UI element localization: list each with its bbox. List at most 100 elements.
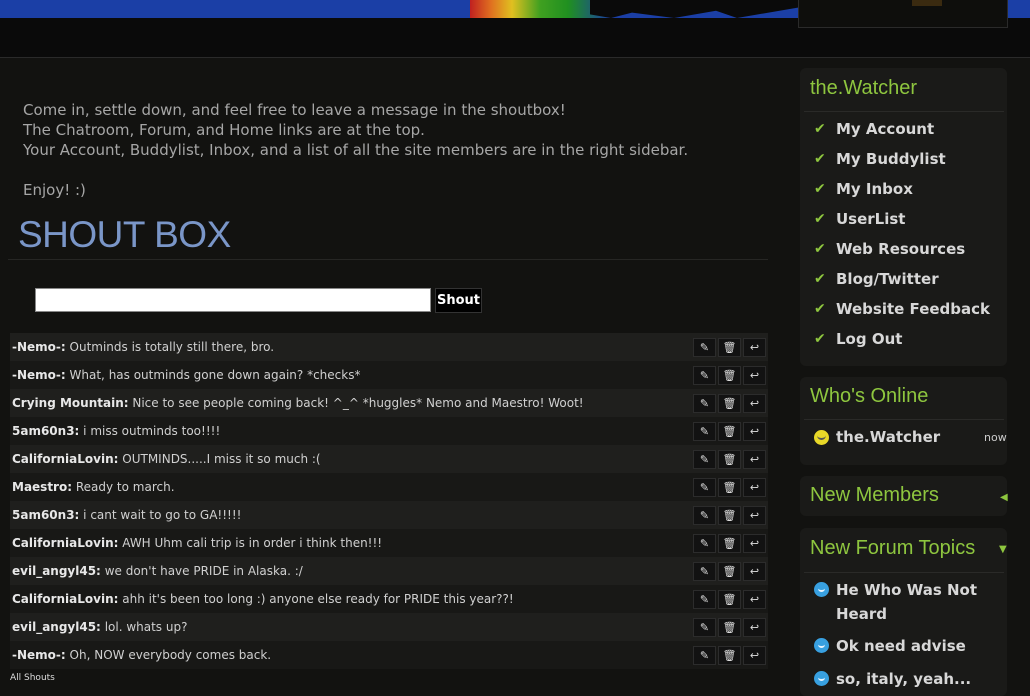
shout-row: -Nemo-: What, has outminds gone down aga…: [10, 361, 768, 389]
sidebar-item-label: My Buddylist: [836, 150, 946, 168]
shout-actions: ✎ 🗑 ↩: [693, 589, 768, 609]
caret-left-icon[interactable]: ◀: [1000, 492, 1008, 503]
edit-icon[interactable]: ✎: [693, 365, 716, 385]
caret-down-icon[interactable]: ▼: [999, 544, 1007, 555]
edit-icon[interactable]: ✎: [693, 337, 716, 357]
delete-icon[interactable]: 🗑: [718, 561, 741, 581]
sidebar-item-label: Web Resources: [836, 240, 966, 258]
sidebar-item-userlist[interactable]: ✔ UserList: [814, 210, 905, 228]
shout-username[interactable]: 5am60n3:: [12, 424, 79, 438]
shout-row: CaliforniaLovin: ahh it's been too long …: [10, 585, 768, 613]
sidebar-item-label: Website Feedback: [836, 300, 991, 318]
edit-icon[interactable]: ✎: [693, 393, 716, 413]
shout-message: lol. whats up?: [104, 620, 188, 634]
shout-row: evil_angyl45: we don't have PRIDE in Ala…: [10, 557, 768, 585]
shout-text: Crying Mountain: Nice to see people comi…: [12, 396, 584, 410]
delete-icon[interactable]: 🗑: [718, 337, 741, 357]
delete-icon[interactable]: 🗑: [718, 505, 741, 525]
reply-icon[interactable]: ↩: [743, 421, 766, 441]
edit-icon[interactable]: ✎: [693, 505, 716, 525]
online-user[interactable]: the.Watcher: [814, 428, 940, 446]
shout-row: -Nemo-: Outminds is totally still there,…: [10, 333, 768, 361]
shout-username[interactable]: Maestro:: [12, 480, 72, 494]
shout-username[interactable]: CaliforniaLovin:: [12, 536, 118, 550]
reply-icon[interactable]: ↩: [743, 589, 766, 609]
reply-icon[interactable]: ↩: [743, 533, 766, 553]
shout-input[interactable]: [35, 288, 431, 312]
sidebar-item-my-account[interactable]: ✔ My Account: [814, 120, 934, 138]
shout-username[interactable]: -Nemo-:: [12, 368, 66, 382]
edit-icon[interactable]: ✎: [693, 533, 716, 553]
shout-username[interactable]: 5am60n3:: [12, 508, 79, 522]
delete-icon[interactable]: 🗑: [718, 533, 741, 553]
edit-icon[interactable]: ✎: [693, 645, 716, 665]
shout-message: we don't have PRIDE in Alaska. :/: [104, 564, 303, 578]
reply-icon[interactable]: ↩: [743, 645, 766, 665]
forum-topic-link[interactable]: He Who Was Not Heard: [814, 578, 1014, 626]
sidebar-item-web-resources[interactable]: ✔ Web Resources: [814, 240, 965, 258]
edit-icon[interactable]: ✎: [693, 617, 716, 637]
shout-list: -Nemo-: Outminds is totally still there,…: [10, 333, 768, 669]
forum-topic-label: so, italy, yeah...: [836, 670, 972, 688]
shout-actions: ✎ 🗑 ↩: [693, 505, 768, 525]
forum-topic-link[interactable]: Ok need advise: [814, 634, 1014, 658]
shout-username[interactable]: -Nemo-:: [12, 340, 66, 354]
delete-icon[interactable]: 🗑: [718, 589, 741, 609]
new-forum-topics-title[interactable]: New Forum Topics: [810, 537, 975, 560]
delete-icon[interactable]: 🗑: [718, 477, 741, 497]
shout-row: -Nemo-: Oh, NOW everybody comes back. ✎ 🗑 ↩: [10, 641, 768, 669]
shout-message: i cant wait to go to GA!!!!!: [83, 508, 242, 522]
sidebar-item-label: UserList: [836, 210, 906, 228]
edit-icon[interactable]: ✎: [693, 561, 716, 581]
reply-icon[interactable]: ↩: [743, 505, 766, 525]
shout-username[interactable]: evil_angyl45:: [12, 564, 101, 578]
shout-actions: ✎ 🗑 ↩: [693, 365, 768, 385]
shout-username[interactable]: -Nemo-:: [12, 648, 66, 662]
forum-topic-label: He Who Was Not Heard: [836, 581, 978, 623]
reply-icon[interactable]: ↩: [743, 561, 766, 581]
shout-username[interactable]: CaliforniaLovin:: [12, 452, 118, 466]
shout-row: CaliforniaLovin: AWH Uhm cali trip is in…: [10, 529, 768, 557]
shout-actions: ✎ 🗑 ↩: [693, 449, 768, 469]
edit-icon[interactable]: ✎: [693, 589, 716, 609]
online-user-name: the.Watcher: [836, 428, 941, 446]
reply-icon[interactable]: ↩: [743, 449, 766, 469]
reply-icon[interactable]: ↩: [743, 393, 766, 413]
sidebar-item-my-buddylist[interactable]: ✔ My Buddylist: [814, 150, 946, 168]
shout-message: i miss outminds too!!!!: [83, 424, 221, 438]
shout-row: 5am60n3: i miss outminds too!!!! ✎ 🗑 ↩: [10, 417, 768, 445]
edit-icon[interactable]: ✎: [693, 421, 716, 441]
sidebar-item-my-inbox[interactable]: ✔ My Inbox: [814, 180, 913, 198]
shout-message: OUTMINDS.....I miss it so much :(: [122, 452, 321, 466]
forum-topic-link[interactable]: so, italy, yeah...: [814, 667, 1014, 691]
shout-actions: ✎ 🗑 ↩: [693, 421, 768, 441]
delete-icon[interactable]: 🗑: [718, 393, 741, 413]
intro-text: Come in, settle down, and feel free to l…: [23, 100, 763, 200]
sidebar-item-website-feedback[interactable]: ✔ Website Feedback: [814, 300, 990, 318]
shout-username[interactable]: Crying Mountain:: [12, 396, 129, 410]
check-icon: ✔: [814, 271, 826, 287]
forum-topic-label: Ok need advise: [836, 637, 966, 655]
reply-icon[interactable]: ↩: [743, 365, 766, 385]
shout-button[interactable]: Shout: [435, 288, 482, 313]
shout-actions: ✎ 🗑 ↩: [693, 561, 768, 581]
edit-icon[interactable]: ✎: [693, 477, 716, 497]
delete-icon[interactable]: 🗑: [718, 645, 741, 665]
shout-text: CaliforniaLovin: AWH Uhm cali trip is in…: [12, 536, 382, 550]
reply-icon[interactable]: ↩: [743, 617, 766, 637]
shout-text: evil_angyl45: we don't have PRIDE in Ala…: [12, 564, 303, 578]
sidebar-item-blog-twitter[interactable]: ✔ Blog/Twitter: [814, 270, 939, 288]
all-shouts-link[interactable]: All Shouts: [10, 673, 55, 683]
delete-icon[interactable]: 🗑: [718, 617, 741, 637]
reply-icon[interactable]: ↩: [743, 337, 766, 357]
shout-username[interactable]: evil_angyl45:: [12, 620, 101, 634]
new-members-title[interactable]: New Members: [810, 484, 939, 507]
shout-username[interactable]: CaliforniaLovin:: [12, 592, 118, 606]
sidebar-item-log-out[interactable]: ✔ Log Out: [814, 330, 902, 348]
edit-icon[interactable]: ✎: [693, 449, 716, 469]
delete-icon[interactable]: 🗑: [718, 449, 741, 469]
delete-icon[interactable]: 🗑: [718, 365, 741, 385]
reply-icon[interactable]: ↩: [743, 477, 766, 497]
shout-message: What, has outminds gone down again? *che…: [69, 368, 361, 382]
delete-icon[interactable]: 🗑: [718, 421, 741, 441]
